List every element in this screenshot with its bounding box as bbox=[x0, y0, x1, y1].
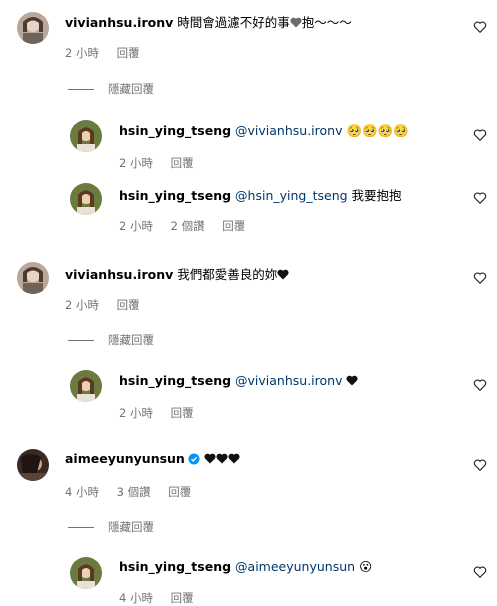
black-heart-emoji-icon bbox=[277, 269, 289, 280]
like-heart-icon[interactable] bbox=[473, 20, 487, 34]
reply-button[interactable]: 回覆 bbox=[222, 219, 245, 233]
like-heart-icon[interactable] bbox=[473, 271, 487, 285]
black-heart-emoji-icon bbox=[346, 375, 359, 386]
avatar[interactable] bbox=[70, 370, 102, 402]
comment-text: 😮 bbox=[359, 559, 373, 574]
reply-button[interactable]: 回覆 bbox=[168, 485, 191, 499]
mention-link[interactable]: @hsin_ying_tseng bbox=[235, 188, 348, 203]
username[interactable]: vivianhsu.ironv bbox=[65, 267, 173, 282]
mention-link[interactable]: @aimeeyunyunsun bbox=[235, 559, 355, 574]
hide-replies-button[interactable]: 隱藏回覆 bbox=[68, 81, 154, 97]
username[interactable]: aimeeyunyunsun bbox=[65, 451, 185, 466]
comment-time: 2 小時 bbox=[119, 156, 153, 170]
like-heart-icon[interactable] bbox=[473, 565, 487, 579]
verified-badge-icon bbox=[188, 453, 200, 465]
like-count[interactable]: 3 個讚 bbox=[117, 485, 151, 499]
comment-time: 2 小時 bbox=[119, 219, 153, 233]
avatar[interactable] bbox=[17, 12, 49, 44]
like-heart-icon[interactable] bbox=[473, 128, 487, 142]
black-heart-emoji-icon bbox=[216, 453, 228, 464]
like-heart-icon[interactable] bbox=[473, 458, 487, 472]
comment-time: 4 小時 bbox=[65, 485, 99, 499]
comment-time: 4 小時 bbox=[119, 591, 153, 605]
divider bbox=[68, 527, 94, 528]
username[interactable]: hsin_ying_tseng bbox=[119, 373, 231, 388]
avatar[interactable] bbox=[70, 183, 102, 215]
username[interactable]: hsin_ying_tseng bbox=[119, 559, 231, 574]
reply-button[interactable]: 回覆 bbox=[171, 156, 194, 170]
comment-text: 我們都愛善良的妳 bbox=[177, 267, 278, 282]
divider bbox=[68, 340, 94, 341]
comment-text-tail: 抱～～～ bbox=[301, 15, 352, 30]
avatar[interactable] bbox=[70, 557, 102, 589]
comment-text: 🥺🥺🥺🥺 bbox=[346, 123, 409, 138]
avatar[interactable] bbox=[70, 120, 102, 152]
like-heart-icon[interactable] bbox=[473, 191, 487, 205]
heart-emoji-icon bbox=[290, 17, 302, 28]
like-count[interactable]: 2 個讚 bbox=[171, 219, 205, 233]
comment-text: 時間會過濾不好的事 bbox=[177, 15, 290, 30]
black-heart-emoji-icon bbox=[204, 453, 216, 464]
reply-button[interactable]: 回覆 bbox=[171, 406, 194, 420]
mention-link[interactable]: @vivianhsu.ironv bbox=[235, 123, 342, 138]
username[interactable]: vivianhsu.ironv bbox=[65, 15, 173, 30]
avatar[interactable] bbox=[17, 262, 49, 294]
like-heart-icon[interactable] bbox=[473, 378, 487, 392]
mention-link[interactable]: @vivianhsu.ironv bbox=[235, 373, 342, 388]
reply-button[interactable]: 回覆 bbox=[117, 46, 140, 60]
comment-text: 我要抱抱 bbox=[351, 188, 402, 203]
hide-replies-button[interactable]: 隱藏回覆 bbox=[68, 332, 154, 348]
comment-time: 2 小時 bbox=[119, 406, 153, 420]
hide-replies-button[interactable]: 隱藏回覆 bbox=[68, 519, 154, 535]
username[interactable]: hsin_ying_tseng bbox=[119, 188, 231, 203]
comment-time: 2 小時 bbox=[65, 46, 99, 60]
black-heart-emoji-icon bbox=[228, 453, 240, 464]
divider bbox=[68, 89, 94, 90]
username[interactable]: hsin_ying_tseng bbox=[119, 123, 231, 138]
comment-time: 2 小時 bbox=[65, 298, 99, 312]
reply-button[interactable]: 回覆 bbox=[117, 298, 140, 312]
avatar[interactable] bbox=[17, 449, 49, 481]
reply-button[interactable]: 回覆 bbox=[171, 591, 194, 605]
